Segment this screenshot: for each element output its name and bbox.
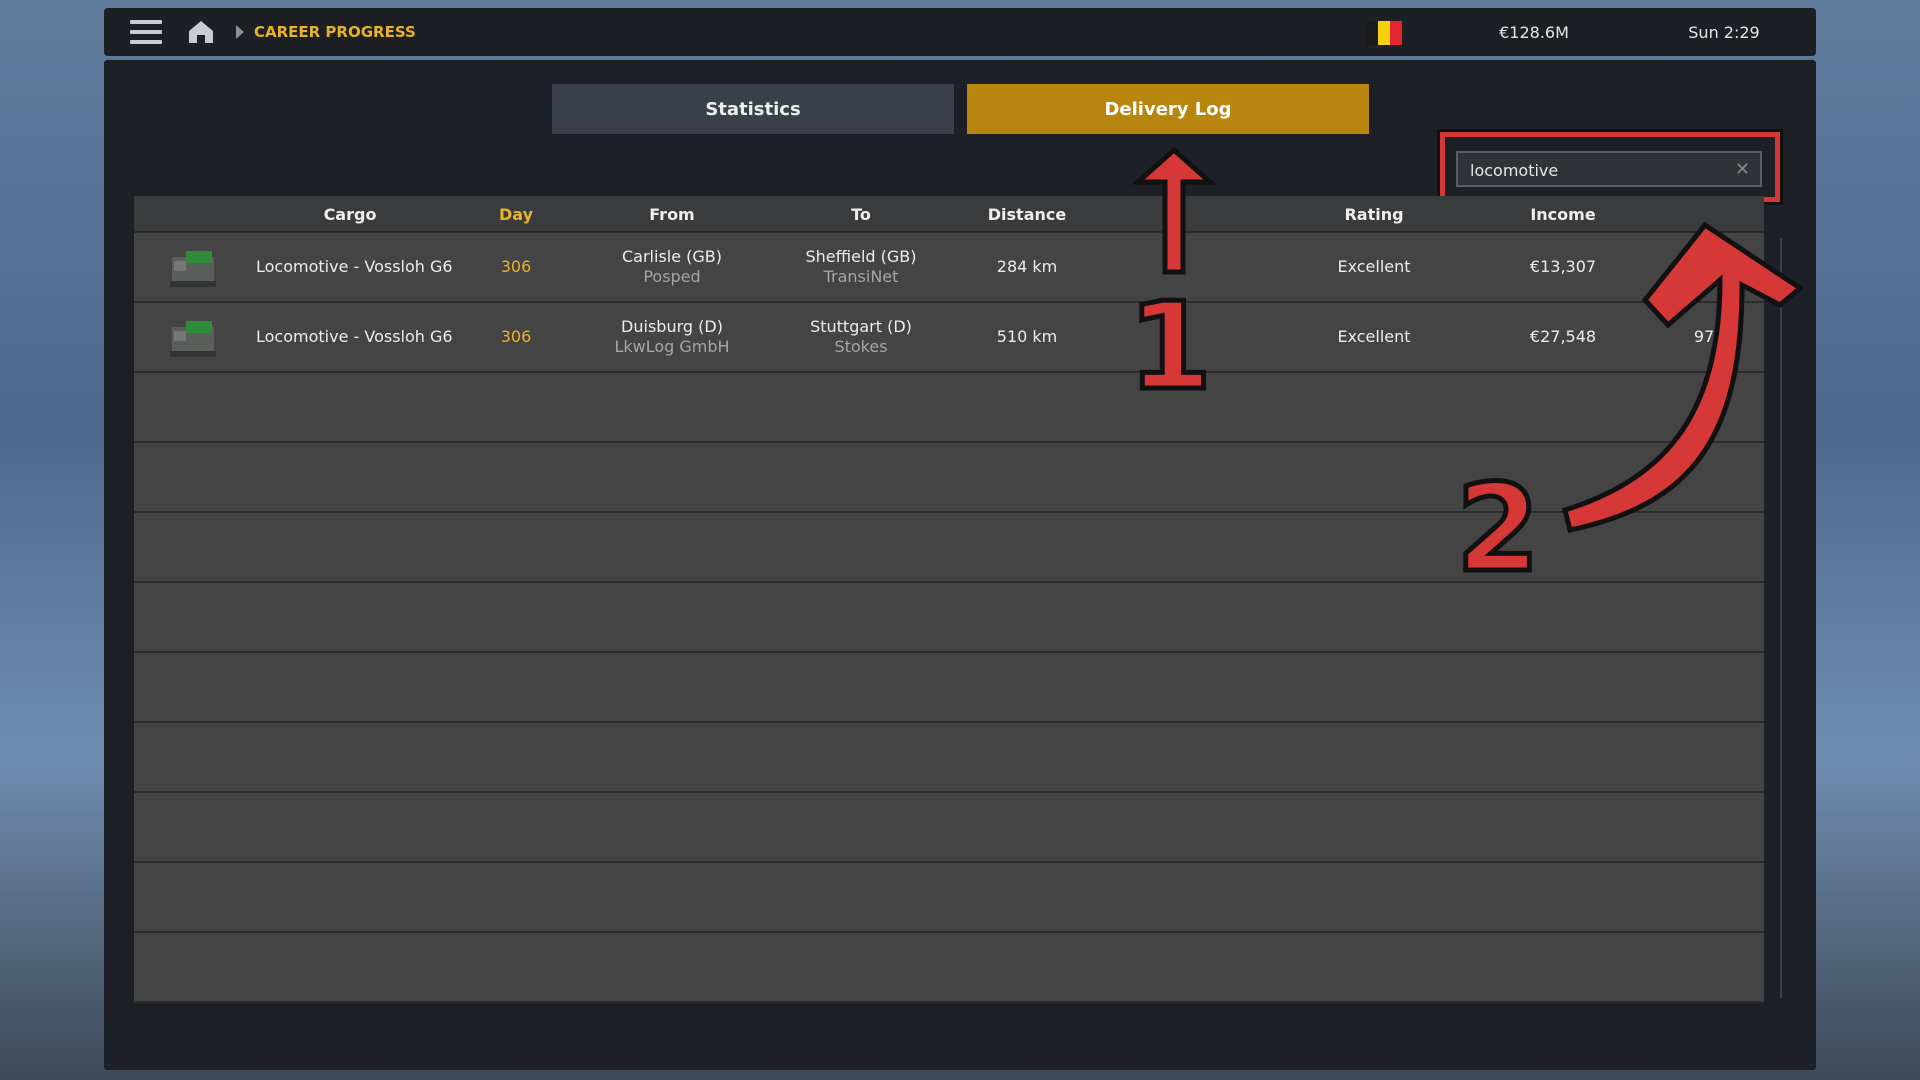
annotation-label-2: 2 — [1456, 460, 1540, 599]
arrow-2-icon — [1562, 221, 1805, 533]
annotation-label-1: 1 — [1128, 278, 1212, 417]
arrow-1-icon — [1131, 146, 1217, 275]
annotation-layer: 1 2 — [1126, 146, 1805, 602]
